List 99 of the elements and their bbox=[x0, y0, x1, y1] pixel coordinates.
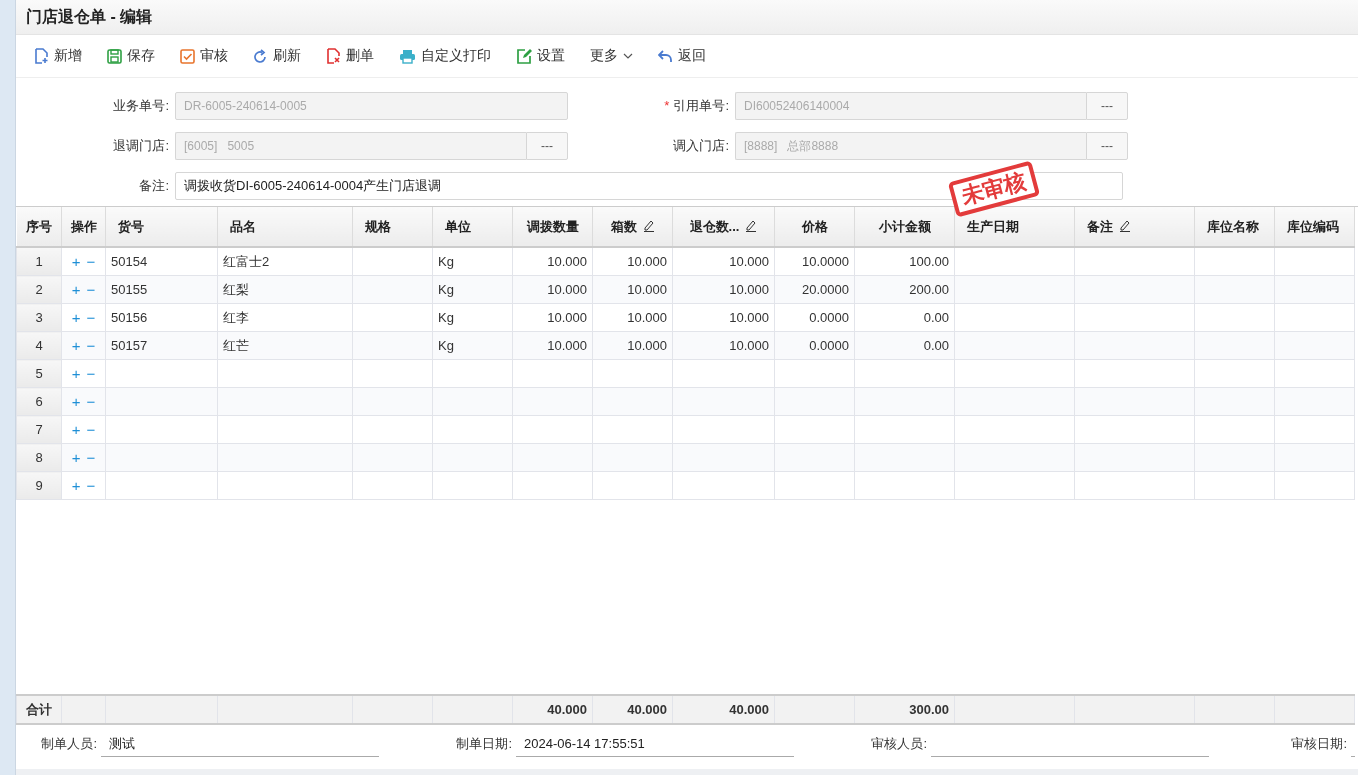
table-cell: Kg bbox=[438, 338, 454, 353]
table-cell: 10.0000 bbox=[802, 254, 849, 269]
toolbar-button[interactable]: 自定义打印 bbox=[393, 41, 503, 71]
table-cell: 10.000 bbox=[547, 338, 587, 353]
add-row-button[interactable]: + bbox=[68, 476, 84, 495]
refresh-icon bbox=[253, 48, 268, 64]
table-cell: 红李 bbox=[223, 309, 249, 325]
table-cell: 0.0000 bbox=[809, 338, 849, 353]
field-label: 制单人员: bbox=[40, 735, 98, 753]
row-number: 6 bbox=[35, 394, 43, 409]
remove-row-button[interactable]: − bbox=[83, 364, 99, 383]
column-header[interactable]: 生产日期 bbox=[967, 218, 1019, 234]
row-number: 8 bbox=[35, 450, 43, 465]
edit-icon bbox=[516, 48, 532, 64]
column-header[interactable]: 箱数 bbox=[610, 218, 637, 234]
row-number: 7 bbox=[35, 422, 43, 437]
checkbox-icon bbox=[180, 48, 195, 64]
table-cell: Kg bbox=[438, 310, 454, 325]
table-cell: 10.000 bbox=[627, 338, 667, 353]
table-cell: 10.000 bbox=[627, 254, 667, 269]
remove-row-button[interactable]: − bbox=[83, 448, 99, 467]
table-cell: 50156 bbox=[111, 310, 148, 325]
save-icon bbox=[107, 48, 122, 64]
remove-row-button[interactable]: − bbox=[83, 476, 99, 495]
total-value: 40.000 bbox=[729, 702, 769, 717]
table-cell: 0.00 bbox=[923, 338, 949, 353]
remove-row-button[interactable]: − bbox=[83, 308, 99, 327]
remove-row-button[interactable]: − bbox=[83, 336, 99, 355]
column-header[interactable]: 品名 bbox=[230, 218, 256, 234]
total-value: 300.00 bbox=[909, 702, 949, 717]
remove-row-button[interactable]: − bbox=[83, 392, 99, 411]
total-value: 40.000 bbox=[627, 702, 667, 717]
table-cell: 10.000 bbox=[547, 282, 587, 297]
add-row-button[interactable]: + bbox=[68, 364, 84, 383]
remove-row-button[interactable]: − bbox=[83, 420, 99, 439]
table-cell: 0.0000 bbox=[809, 310, 849, 325]
toolbar-button[interactable]: 保存 bbox=[101, 41, 167, 71]
field-label: 退调门店: bbox=[112, 137, 170, 155]
field-label: * 引用单号: bbox=[663, 97, 730, 115]
table-cell: 10.000 bbox=[547, 254, 587, 269]
toolbar-button[interactable]: 审核 bbox=[174, 41, 240, 71]
back-arrow-icon bbox=[658, 49, 673, 63]
footer-field: 测试 bbox=[101, 731, 379, 757]
add-row-button[interactable]: + bbox=[68, 252, 84, 271]
table-cell: 红富士2 bbox=[223, 253, 270, 269]
table-cell: 50157 bbox=[111, 338, 148, 353]
table-cell: 10.000 bbox=[729, 338, 769, 353]
table-cell: 10.000 bbox=[627, 310, 667, 325]
footer-field: 2024-06-14 17:55:51 bbox=[516, 731, 794, 757]
row-number: 9 bbox=[35, 478, 43, 493]
total-label: 合计 bbox=[26, 701, 52, 717]
table-cell: 200.00 bbox=[909, 282, 949, 297]
add-row-button[interactable]: + bbox=[68, 308, 84, 327]
row-number: 2 bbox=[35, 282, 43, 297]
table-cell: 10.000 bbox=[729, 254, 769, 269]
toolbar-button[interactable]: 更多 bbox=[584, 41, 645, 71]
column-header[interactable]: 单位 bbox=[445, 218, 471, 234]
window-title: 门店退仓单 - 编辑 bbox=[26, 6, 153, 27]
caret-icon bbox=[623, 53, 633, 59]
column-header[interactable]: 价格 bbox=[801, 218, 828, 234]
table-cell: 10.000 bbox=[729, 310, 769, 325]
table-cell: Kg bbox=[438, 282, 454, 297]
row-number: 4 bbox=[35, 338, 43, 353]
row-number: 5 bbox=[35, 366, 43, 381]
field-label: 审核日期: bbox=[1290, 735, 1348, 753]
field-label: 制单日期: bbox=[455, 735, 513, 753]
remove-row-button[interactable]: − bbox=[83, 280, 99, 299]
printer-icon bbox=[399, 48, 416, 64]
table-cell: 50154 bbox=[111, 254, 148, 269]
table-cell: 50155 bbox=[111, 282, 148, 297]
total-value: 40.000 bbox=[547, 702, 587, 717]
toolbar-button[interactable]: 删单 bbox=[320, 41, 386, 71]
toolbar-button[interactable]: 设置 bbox=[510, 41, 577, 71]
add-row-button[interactable]: + bbox=[68, 420, 84, 439]
table-cell: 0.00 bbox=[923, 310, 949, 325]
table-cell: 100.00 bbox=[909, 254, 949, 269]
table-cell: 20.0000 bbox=[802, 282, 849, 297]
table-cell: 10.000 bbox=[729, 282, 769, 297]
column-header[interactable]: 规格 bbox=[365, 218, 391, 234]
field-label: 审核人员: bbox=[870, 735, 928, 753]
table-cell: 10.000 bbox=[547, 310, 587, 325]
toolbar-button[interactable]: 刷新 bbox=[247, 41, 313, 71]
new-document-icon bbox=[34, 48, 49, 64]
table-cell: 红梨 bbox=[223, 281, 249, 297]
row-number: 3 bbox=[35, 310, 43, 325]
field-label: 业务单号: bbox=[112, 97, 170, 115]
table-cell: Kg bbox=[438, 254, 454, 269]
field-label: 备注: bbox=[138, 177, 170, 195]
field-label: 调入门店: bbox=[672, 137, 730, 155]
toolbar-button[interactable]: 新增 bbox=[28, 41, 94, 71]
table-cell: 红芒 bbox=[223, 337, 249, 353]
row-number: 1 bbox=[35, 254, 43, 269]
toolbar-button[interactable]: 返回 bbox=[652, 41, 718, 71]
column-header[interactable]: 货号 bbox=[118, 218, 144, 234]
remove-row-button[interactable]: − bbox=[83, 252, 99, 271]
column-header[interactable]: 备注 bbox=[1087, 218, 1113, 234]
table-cell: 10.000 bbox=[627, 282, 667, 297]
delete-document-icon bbox=[326, 48, 341, 64]
column-header[interactable]: 退仓数... bbox=[689, 218, 740, 234]
